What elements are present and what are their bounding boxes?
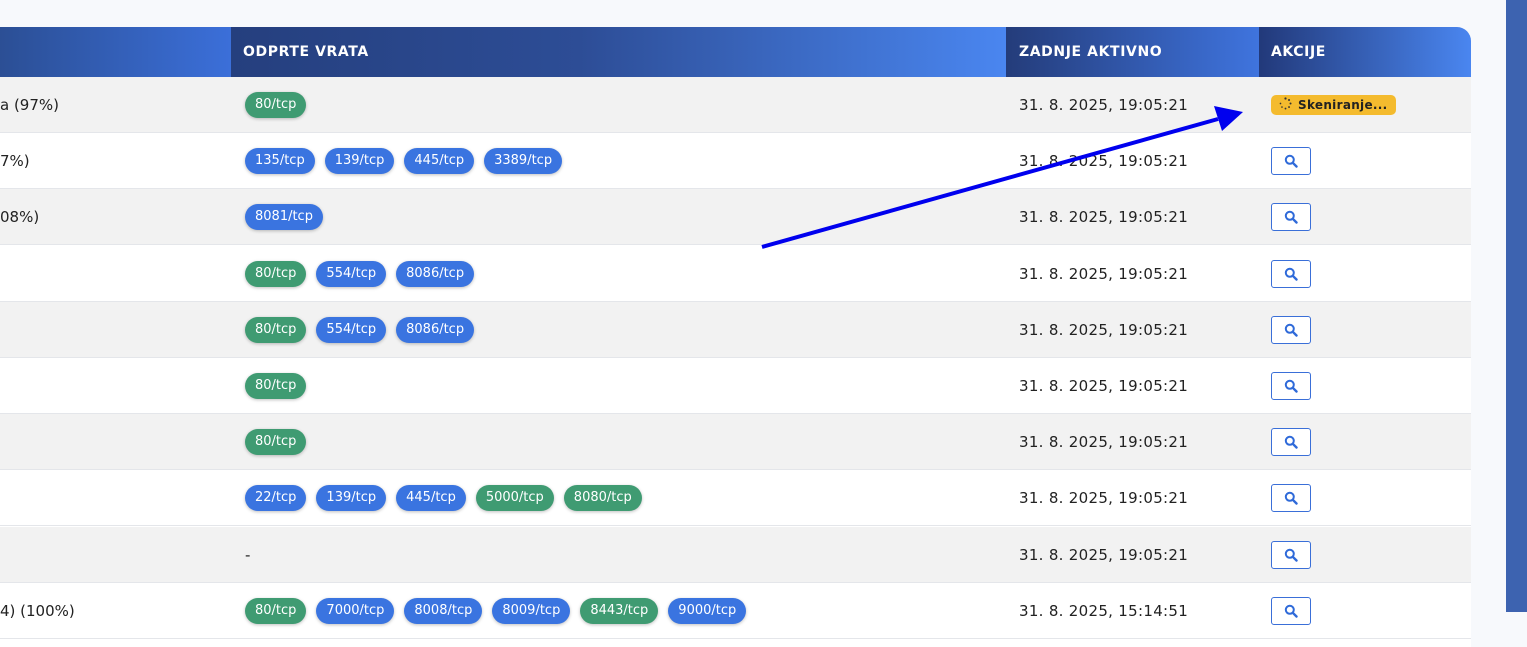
actions-cell <box>1271 470 1311 526</box>
table-row: 7%) 135/tcp 139/tcp 445/tcp 3389/tcp 31. 8. 2… <box>0 133 1471 190</box>
ports-cell: 80/tcp 554/tcp 8086/tcp <box>245 302 475 358</box>
table-row: 80/tcp 31. 8. 2025, 19:05:21 <box>0 358 1471 414</box>
last-active-cell: 31. 8. 2025, 19:05:21 <box>1019 489 1189 508</box>
port-badge: 139/tcp <box>324 148 395 175</box>
host-cell: 08%) <box>0 208 40 227</box>
port-badge: 8008/tcp <box>404 597 483 624</box>
actions-cell <box>1271 246 1311 302</box>
last-active-cell: 31. 8. 2025, 19:05:21 <box>1019 96 1189 114</box>
search-icon <box>1284 435 1298 449</box>
port-badge: 445/tcp <box>404 148 475 175</box>
search-icon <box>1284 154 1298 168</box>
port-badge: 554/tcp <box>316 260 387 287</box>
actions-cell <box>1271 189 1311 245</box>
table-row: a (97%) 80/tcp 31. 8. 2025, 19:05:21 Skenir… <box>0 77 1471 133</box>
column-header-last-active: ZADNJE AKTIVNO <box>1006 27 1259 77</box>
ports-cell: 8081/tcp <box>245 189 323 245</box>
ports-cell: 80/tcp 7000/tcp 8008/tcp 8009/tcp 8443/tcp 90… <box>245 583 747 639</box>
port-badge: 7000/tcp <box>316 597 395 624</box>
ports-cell: 80/tcp <box>245 77 307 133</box>
last-active-cell: 31. 8. 2025, 19:05:21 <box>1019 377 1189 395</box>
window-edge <box>1506 0 1527 612</box>
last-active-cell: 31. 8. 2025, 19:05:21 <box>1019 264 1189 283</box>
column-header-actions: AKCIJE <box>1259 27 1471 77</box>
search-icon <box>1284 323 1298 337</box>
scanning-label: Skeniranje... <box>1298 98 1388 112</box>
ports-cell: 80/tcp 554/tcp 8086/tcp <box>245 246 475 302</box>
scan-details-button[interactable] <box>1271 484 1311 513</box>
last-active-cell: 31. 8. 2025, 19:05:21 <box>1019 152 1189 171</box>
ports-cell: 80/tcp <box>245 358 307 414</box>
port-badge: 135/tcp <box>245 148 315 175</box>
port-badge: 5000/tcp <box>475 485 554 512</box>
port-badge: 8086/tcp <box>396 316 475 343</box>
port-badge: 80/tcp <box>245 597 307 624</box>
actions-cell <box>1271 302 1311 358</box>
actions-cell <box>1271 527 1311 583</box>
actions-cell <box>1271 133 1311 189</box>
host-cell: 4) (100%) <box>0 601 75 620</box>
table-row: 22/tcp 139/tcp 445/tcp 5000/tcp 8080/tcp 31. … <box>0 470 1471 527</box>
port-badge: 8081/tcp <box>245 204 323 231</box>
actions-cell <box>1271 414 1311 470</box>
port-badge: 554/tcp <box>316 316 387 343</box>
table-row: 80/tcp 554/tcp 8086/tcp 31. 8. 2025, 19:05:… <box>0 301 1471 358</box>
port-badge: 80/tcp <box>245 316 307 343</box>
table-row: 4) (100%) 80/tcp 7000/tcp 8008/tcp 8009/tcp 8… <box>0 582 1471 639</box>
table-row: - 31. 8. 2025, 19:05:21 <box>0 526 1471 583</box>
host-cell: 7%) <box>0 152 30 171</box>
last-active-cell: 31. 8. 2025, 19:05:21 <box>1019 545 1189 564</box>
port-badge: 8086/tcp <box>396 260 475 287</box>
scan-details-button[interactable] <box>1271 428 1311 457</box>
port-badge: 80/tcp <box>245 92 307 118</box>
port-badge: 8080/tcp <box>563 485 642 512</box>
hosts-table: ODPRTE VRATA ZADNJE AKTIVNO AKCIJE a (97… <box>0 27 1471 647</box>
scan-details-button[interactable] <box>1271 596 1311 625</box>
search-icon <box>1284 548 1298 562</box>
table-row: 08%) 8081/tcp 31. 8. 2025, 19:05:21 <box>0 189 1471 246</box>
port-badge: 80/tcp <box>245 429 307 456</box>
search-icon <box>1284 604 1298 618</box>
column-header-ports: ODPRTE VRATA <box>231 27 1006 77</box>
port-badge: 8009/tcp <box>492 597 571 624</box>
scanning-badge: Skeniranje... <box>1271 95 1397 115</box>
column-header-host <box>0 27 231 77</box>
port-badge: 8443/tcp <box>580 597 659 624</box>
ports-cell: 135/tcp 139/tcp 445/tcp 3389/tcp <box>245 133 563 189</box>
search-icon <box>1284 379 1298 393</box>
table-row: 80/tcp 554/tcp 8086/tcp 31. 8. 2025, 19:05:… <box>0 245 1471 302</box>
ports-cell: - <box>245 527 250 583</box>
host-cell: a (97%) <box>0 96 60 114</box>
search-icon <box>1284 267 1298 281</box>
port-badge: 9000/tcp <box>668 597 747 624</box>
ports-cell: 22/tcp 139/tcp 445/tcp 5000/tcp 8080/tcp <box>245 470 642 526</box>
last-active-cell: 31. 8. 2025, 19:05:21 <box>1019 433 1189 452</box>
port-badge: 22/tcp <box>245 485 307 512</box>
last-active-cell: 31. 8. 2025, 19:05:21 <box>1019 208 1189 227</box>
table-header: ODPRTE VRATA ZADNJE AKTIVNO AKCIJE <box>0 27 1471 77</box>
actions-cell <box>1271 358 1311 414</box>
search-icon <box>1284 491 1298 506</box>
no-ports-text: - <box>245 545 251 564</box>
actions-cell: Skeniranje... <box>1271 77 1397 133</box>
actions-cell <box>1271 583 1311 639</box>
scan-details-button[interactable] <box>1271 259 1311 288</box>
ports-cell: 80/tcp <box>245 414 307 470</box>
scan-details-button[interactable] <box>1271 147 1311 176</box>
port-badge: 3389/tcp <box>484 148 563 175</box>
last-active-cell: 31. 8. 2025, 19:05:21 <box>1019 320 1189 339</box>
table-row: 80/tcp 31. 8. 2025, 19:05:21 <box>0 414 1471 471</box>
scan-details-button[interactable] <box>1271 315 1311 344</box>
spinner-icon <box>1279 97 1292 113</box>
scan-details-button[interactable] <box>1271 372 1311 400</box>
port-badge: 139/tcp <box>316 485 387 512</box>
port-badge: 80/tcp <box>245 260 307 287</box>
port-badge: 445/tcp <box>396 485 466 512</box>
last-active-cell: 31. 8. 2025, 15:14:51 <box>1019 601 1189 620</box>
search-icon <box>1284 210 1298 225</box>
port-badge: 80/tcp <box>245 373 307 399</box>
scan-details-button[interactable] <box>1271 540 1311 569</box>
scan-details-button[interactable] <box>1271 203 1311 232</box>
